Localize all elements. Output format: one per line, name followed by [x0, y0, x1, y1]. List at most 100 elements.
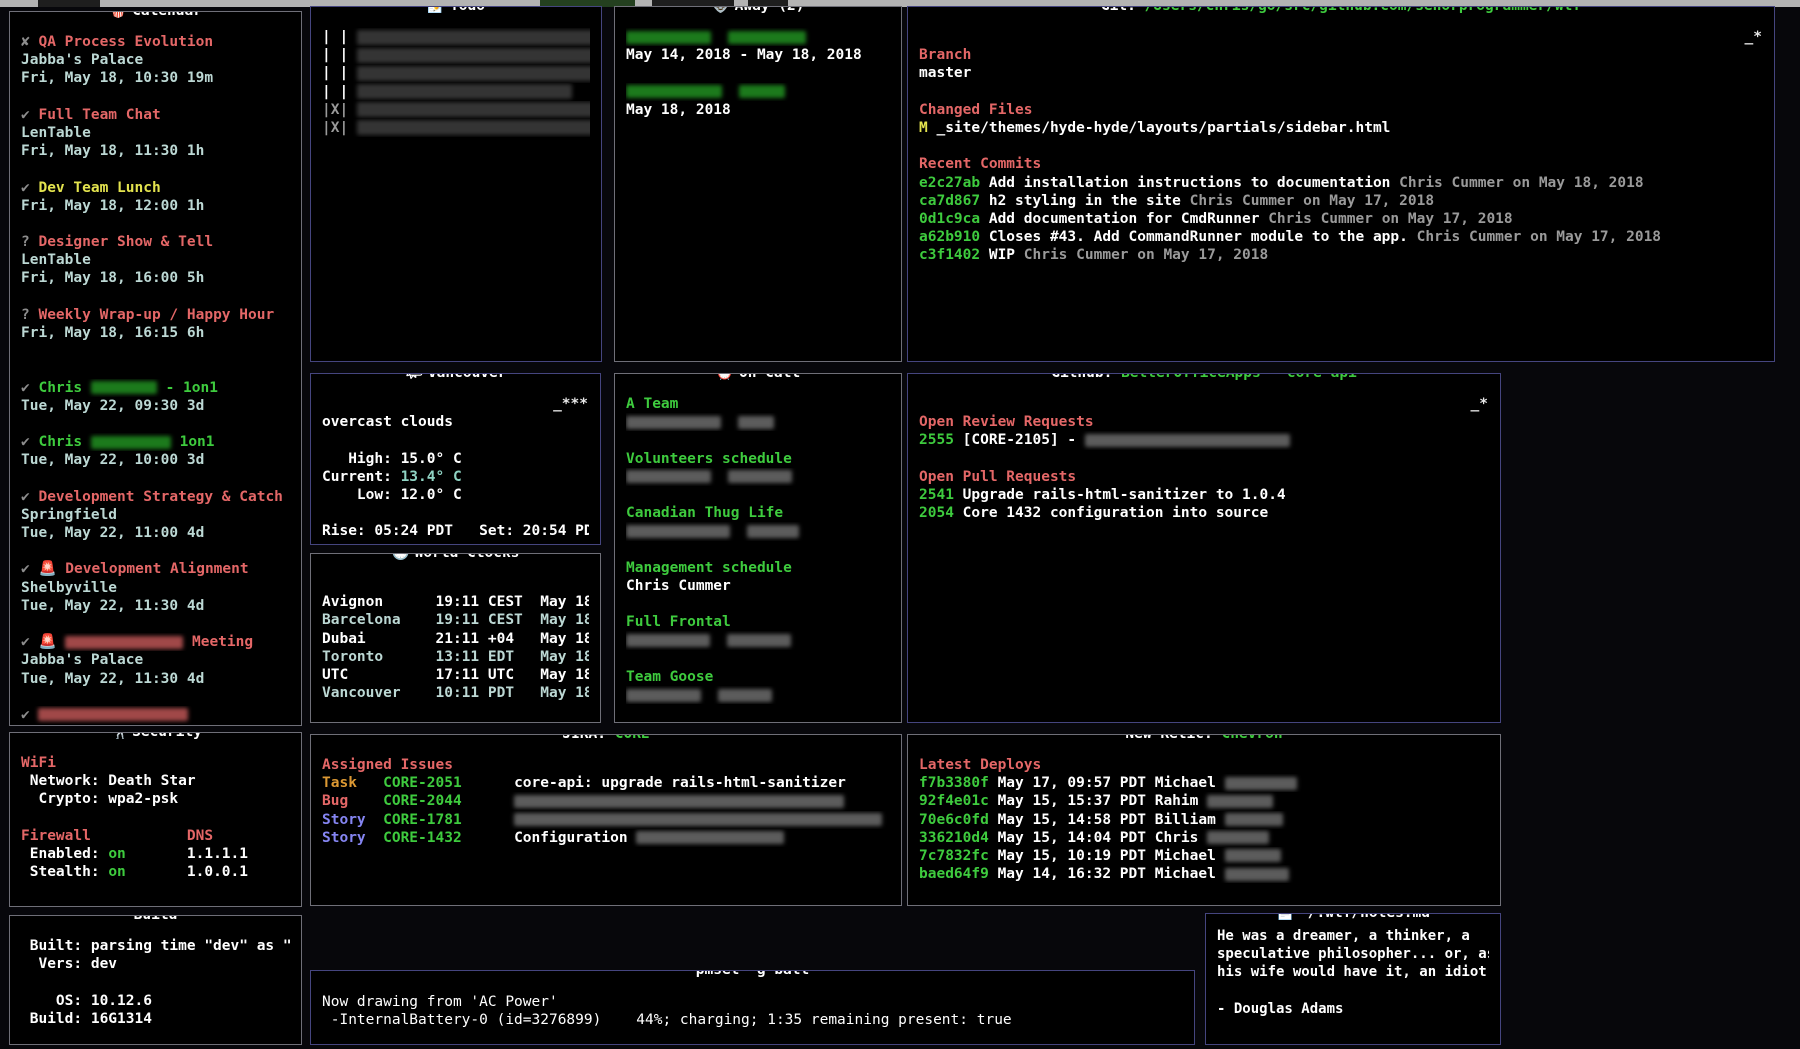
text-segment: Tue, May 22, 09:30 3d [21, 398, 204, 414]
redacted-text [718, 689, 772, 702]
text-segment: Now drawing from 'AC Power' [322, 994, 558, 1010]
weather-line: High: 15.0° C [322, 450, 589, 468]
weather-title-text: Vancouver [428, 373, 507, 381]
newrelic-line: 70e6c0fd May 15, 14:58 PDT Billiam [919, 811, 1489, 829]
oncall-line [626, 631, 890, 649]
text-segment [462, 793, 514, 809]
redacted-text [626, 31, 711, 44]
oncall-panel: ⏰On Call A Team Volunteers schedule Cana… [614, 373, 902, 723]
away-line: May 18, 2018 [626, 101, 890, 119]
text-segment: Fri, May 18, 12:00 1h [21, 198, 204, 214]
text-segment: WiFi [21, 755, 56, 771]
oncall-line [626, 541, 890, 559]
weather-refresh-indicator: _*** [553, 395, 588, 413]
text-segment: his wife would have it, an idiot. [1217, 964, 1489, 980]
calendar-line: ✔ Dev Team Lunch [21, 179, 290, 197]
text-segment: ✔ [21, 380, 38, 396]
text-segment: | | [322, 65, 348, 81]
text-segment: May 14, 16:32 PDT Michael [989, 866, 1225, 882]
calendar-line: ✔ Development Strategy & Catch U [21, 488, 290, 506]
oncall-line [626, 413, 890, 431]
text-segment: ca7d867 [919, 193, 980, 209]
text-segment: WIP [980, 247, 1024, 263]
build-line: Build: 16G1314 [21, 1010, 290, 1028]
security-line: WiFi [21, 754, 290, 772]
text-segment: ✔ [21, 634, 38, 650]
away-line [626, 28, 890, 46]
text-segment: | | [322, 29, 348, 45]
text-segment: Assigned Issues [322, 757, 453, 773]
text-segment: speculative philosopher... or, as [1217, 946, 1489, 962]
clock-icon: 🕐 [392, 553, 410, 561]
notes-line: He was a dreamer, a thinker, a [1217, 927, 1489, 945]
calendar-line: Jabba's Palace [21, 651, 290, 669]
text-segment: 🚨 [38, 561, 65, 577]
text-segment [126, 846, 187, 862]
text-segment: Stealth: [21, 864, 108, 880]
redacted-text [626, 85, 722, 98]
calendar-line [21, 288, 290, 306]
todo-line: | | [322, 28, 590, 46]
text-segment: Current: [322, 469, 401, 485]
github-repo-name: BetterOfficeApps - core-api [1121, 373, 1357, 381]
fencer-icon: 🤺 [109, 732, 127, 740]
calendar-line [21, 360, 290, 378]
newrelic-panel-title: New Relic: Chevron [1118, 734, 1289, 743]
text-segment: Open Pull Requests [919, 469, 1076, 485]
text-segment: Build: 16G1314 [21, 1011, 152, 1027]
calendar-line: ✔ 🚨 Development Alignment [21, 560, 290, 578]
text-segment: Development Alignment [65, 561, 248, 577]
redacted-text [728, 31, 806, 44]
text-segment: Barcelona 19:11 CEST May 18 [322, 612, 589, 628]
text-segment: 2054 [919, 505, 954, 521]
text-segment: May 15, 10:19 PDT Michael [989, 848, 1225, 864]
text-segment: Chris Cummer on May 18, 2018 [1399, 175, 1643, 191]
memo-icon: 📝 [427, 6, 445, 14]
redacted-text [1225, 849, 1281, 862]
todo-panel-title: 📝Todo [420, 6, 492, 15]
text-segment: _site/themes/hyde-hyde/layouts/partials/… [928, 120, 1391, 136]
text-segment [711, 29, 728, 45]
text-segment [348, 29, 357, 45]
text-segment [348, 47, 357, 63]
jira-title-text: JIRA: [562, 734, 614, 742]
text-segment: | | [322, 47, 348, 63]
redacted-text [1085, 434, 1290, 447]
git-title-text: Git: [1101, 6, 1145, 14]
clocks-line: Dubai 21:11 +04 May 18 [322, 630, 589, 648]
calendar-panel: 🍿Calendar ✘ QA Process EvolutionJabba's … [9, 11, 302, 726]
oncall-line [626, 486, 890, 504]
text-segment [462, 812, 514, 828]
text-segment: CORE-2051 [383, 775, 462, 791]
text-segment: ✔ [21, 107, 38, 123]
text-segment: CORE-1432 [383, 830, 462, 846]
text-segment: Upgrade rails-html-sanitizer to 1.0.4 [954, 487, 1286, 503]
alien-icon: 👽 [712, 6, 730, 14]
text-segment: Canadian Thug Life [626, 505, 783, 521]
text-segment: Avignon 19:11 CEST May 18 [322, 594, 589, 610]
text-segment: Jabba's Palace [21, 652, 143, 668]
text-segment [721, 414, 738, 430]
weather-line [322, 431, 589, 449]
jira-line: Task CORE-2051 core-api: upgrade rails-h… [322, 774, 890, 792]
text-segment: master [919, 65, 971, 81]
git-line [919, 28, 1763, 46]
text-segment: Chris Cummer [626, 578, 731, 594]
text-segment: Toronto 13:11 EDT May 18 [322, 649, 589, 665]
text-segment: |X| [322, 102, 348, 118]
github-line: Open Review Requests [919, 413, 1489, 431]
text-segment: Recent Commits [919, 156, 1041, 172]
todo-line: | | [322, 46, 590, 64]
jira-line: Assigned Issues [322, 756, 890, 774]
text-segment [701, 687, 718, 703]
github-line: 2555 [CORE-2105] - [919, 431, 1489, 449]
text-segment: 0d1c9ca [919, 211, 980, 227]
text-segment: Chris Cummer on May 17, 2018 [1417, 229, 1661, 245]
oncall-title-text: On Call [739, 373, 800, 381]
text-segment: Story [322, 830, 383, 846]
text-segment [711, 469, 728, 485]
jira-panel: JIRA: CORE Assigned IssuesTask CORE-2051… [310, 734, 902, 906]
menubar-item [38, 0, 100, 7]
redacted-text [91, 436, 171, 449]
redacted-text [1225, 813, 1283, 826]
